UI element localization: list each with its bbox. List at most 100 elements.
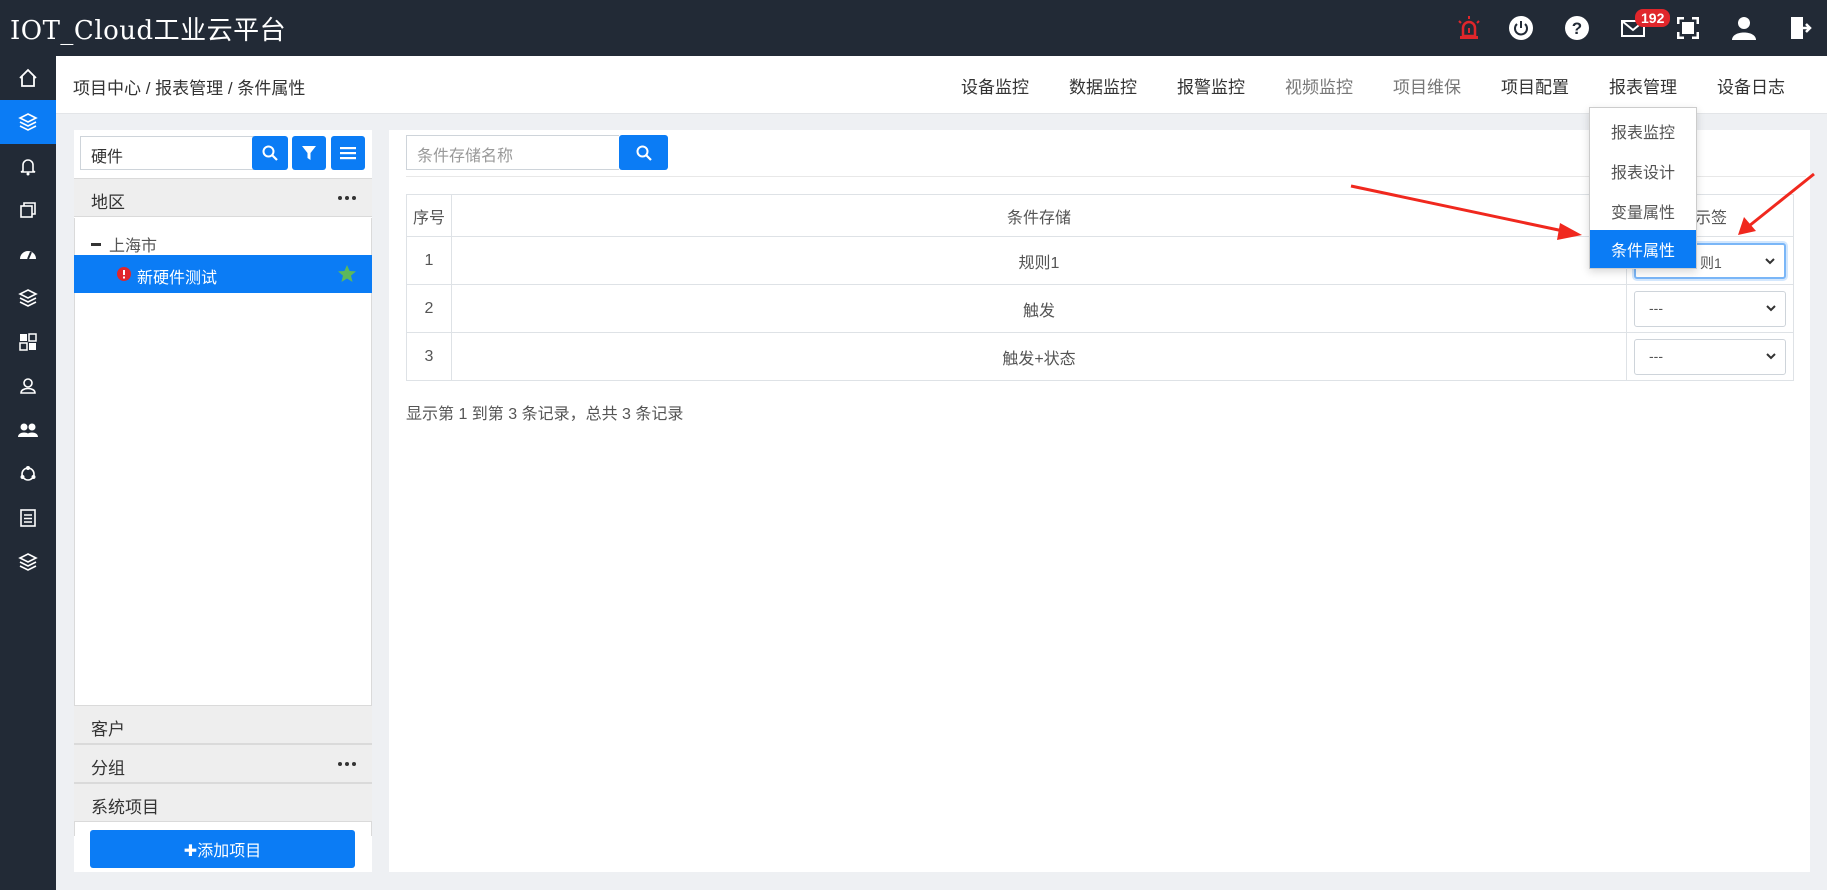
layers-icon	[18, 289, 38, 307]
help-icon[interactable]: ?	[1559, 10, 1595, 46]
filter-icon	[302, 146, 316, 160]
row-name: 触发+状态	[451, 332, 1627, 381]
section-group-label: 分组	[91, 759, 125, 778]
star-icon	[338, 265, 356, 282]
copy-icon	[20, 202, 36, 218]
nav-device-monitor[interactable]: 设备监控	[961, 73, 1029, 98]
report-dropdown-menu: 报表监控 报表设计 变量属性 条件属性	[1589, 107, 1697, 269]
sidebar-item-projects[interactable]	[0, 100, 56, 144]
table-header-row: 序号 条件存储 示签	[406, 194, 1794, 237]
sidebar-item-home[interactable]	[0, 56, 56, 100]
search-icon	[636, 145, 652, 161]
alarm-light-icon[interactable]	[1451, 10, 1487, 46]
user-stamp-icon	[20, 378, 36, 394]
top-bar: IOT_Cloud工业云平台 ? 192	[0, 0, 1827, 56]
tree-search-button[interactable]	[252, 136, 288, 170]
tree-node-label: 新硬件测试	[137, 270, 218, 287]
label-select-value: ---	[1649, 347, 1663, 364]
app-title: IOT_Cloud工业云平台	[10, 16, 287, 46]
table-row: 1 规则1 则1	[406, 236, 1794, 285]
row-index: 3	[406, 332, 452, 381]
section-region-label: 地区	[91, 193, 125, 212]
project-tree-panel: 硬件 地区 上海市 新硬件测试 客户 分组 系统项目 ✚添加项目	[74, 130, 372, 872]
col-index: 序号	[406, 194, 452, 237]
layers-icon	[18, 113, 38, 131]
mail-count-badge: 192	[1635, 9, 1671, 27]
svg-text:?: ?	[1572, 19, 1582, 38]
row-select-cell: ---	[1626, 332, 1794, 381]
chevron-down-icon	[1765, 257, 1775, 264]
section-region[interactable]: 地区	[74, 178, 372, 217]
col-condition-storage: 条件存储	[451, 194, 1627, 237]
sidebar-item-dashboard[interactable]	[0, 232, 56, 276]
section-system-label: 系统项目	[91, 798, 159, 817]
add-project-button[interactable]: ✚添加项目	[90, 830, 355, 868]
power-icon[interactable]	[1503, 10, 1539, 46]
breadcrumb: 项目中心 / 报表管理 / 条件属性	[73, 79, 306, 98]
network-icon	[20, 466, 36, 481]
dropdown-item-report-design[interactable]: 报表设计	[1590, 152, 1696, 190]
alert-icon	[117, 267, 131, 281]
mail-icon[interactable]: 192	[1615, 9, 1671, 46]
row-index: 1	[406, 236, 452, 285]
nav-video-monitor[interactable]: 视频监控	[1285, 73, 1353, 98]
section-group[interactable]: 分组	[74, 744, 372, 783]
sidebar-item-list[interactable]	[0, 496, 56, 540]
label-select[interactable]: ---	[1634, 338, 1786, 375]
nav-report-management[interactable]: 报表管理	[1609, 73, 1677, 98]
sidebar-item-layers-2[interactable]	[0, 540, 56, 584]
dropdown-item-report-monitor[interactable]: 报表监控	[1590, 112, 1696, 150]
section-customer[interactable]: 客户	[74, 705, 372, 744]
chevron-down-icon	[1766, 304, 1776, 311]
menu-icon	[340, 147, 356, 160]
sidebar	[0, 56, 56, 890]
pagination-info: 显示第 1 到第 3 条记录，总共 3 条记录	[406, 406, 684, 423]
row-select-cell: ---	[1626, 284, 1794, 333]
label-select-value: ---	[1649, 299, 1663, 316]
nav-device-log[interactable]: 设备日志	[1717, 73, 1785, 98]
collapse-icon[interactable]	[91, 242, 101, 246]
layers-icon	[18, 553, 38, 571]
sidebar-item-grid[interactable]	[0, 320, 56, 364]
tree-node-shanghai[interactable]: 上海市	[91, 232, 157, 256]
sidebar-item-group[interactable]	[0, 408, 56, 452]
table-row: 3 触发+状态 ---	[406, 332, 1794, 381]
group-icon	[18, 423, 38, 437]
tree-node-selected[interactable]: 新硬件测试	[74, 255, 372, 293]
logout-icon[interactable]	[1782, 10, 1818, 46]
chevron-down-icon	[1766, 352, 1776, 359]
tree-filter-button[interactable]	[292, 136, 326, 170]
section-system[interactable]: 系统项目	[74, 783, 372, 822]
nav-project-config[interactable]: 项目配置	[1501, 73, 1569, 98]
sidebar-item-alarms[interactable]	[0, 144, 56, 188]
row-name: 规则1	[451, 236, 1627, 285]
table-row: 2 触发 ---	[406, 284, 1794, 333]
tree-menu-button[interactable]	[331, 136, 365, 170]
dashboard-icon	[20, 251, 36, 260]
section-customer-label: 客户	[91, 720, 125, 739]
page-header: 项目中心 / 报表管理 / 条件属性 设备监控 数据监控 报警监控 视频监控 项…	[56, 56, 1827, 114]
bell-icon	[20, 159, 36, 176]
row-index: 2	[406, 284, 452, 333]
more-icon[interactable]	[338, 196, 356, 200]
more-icon[interactable]	[338, 762, 356, 766]
nav-project-maintenance[interactable]: 项目维保	[1393, 73, 1461, 98]
sidebar-item-user[interactable]	[0, 364, 56, 408]
row-name: 触发	[451, 284, 1627, 333]
fullscreen-icon[interactable]	[1670, 10, 1706, 46]
tree-search-input[interactable]: 硬件	[80, 136, 254, 170]
sidebar-item-copy[interactable]	[0, 188, 56, 232]
sidebar-item-network[interactable]	[0, 452, 56, 496]
nav-data-monitor[interactable]: 数据监控	[1069, 73, 1137, 98]
sidebar-item-layers[interactable]	[0, 276, 56, 320]
condition-search-input[interactable]: 条件存储名称	[406, 135, 619, 170]
condition-search-button[interactable]	[619, 135, 668, 170]
dropdown-item-variable-property[interactable]: 变量属性	[1590, 192, 1696, 230]
home-icon	[19, 68, 37, 87]
label-select[interactable]: ---	[1634, 290, 1786, 327]
user-icon[interactable]	[1726, 10, 1762, 46]
nav-alarm-monitor[interactable]: 报警监控	[1177, 73, 1245, 98]
dropdown-item-condition-property[interactable]: 条件属性	[1590, 230, 1696, 268]
list-icon	[20, 509, 36, 527]
condition-table: 序号 条件存储 示签 1 规则1 则1 2 触发 --- 3 触发+状态 ---	[406, 194, 1794, 381]
